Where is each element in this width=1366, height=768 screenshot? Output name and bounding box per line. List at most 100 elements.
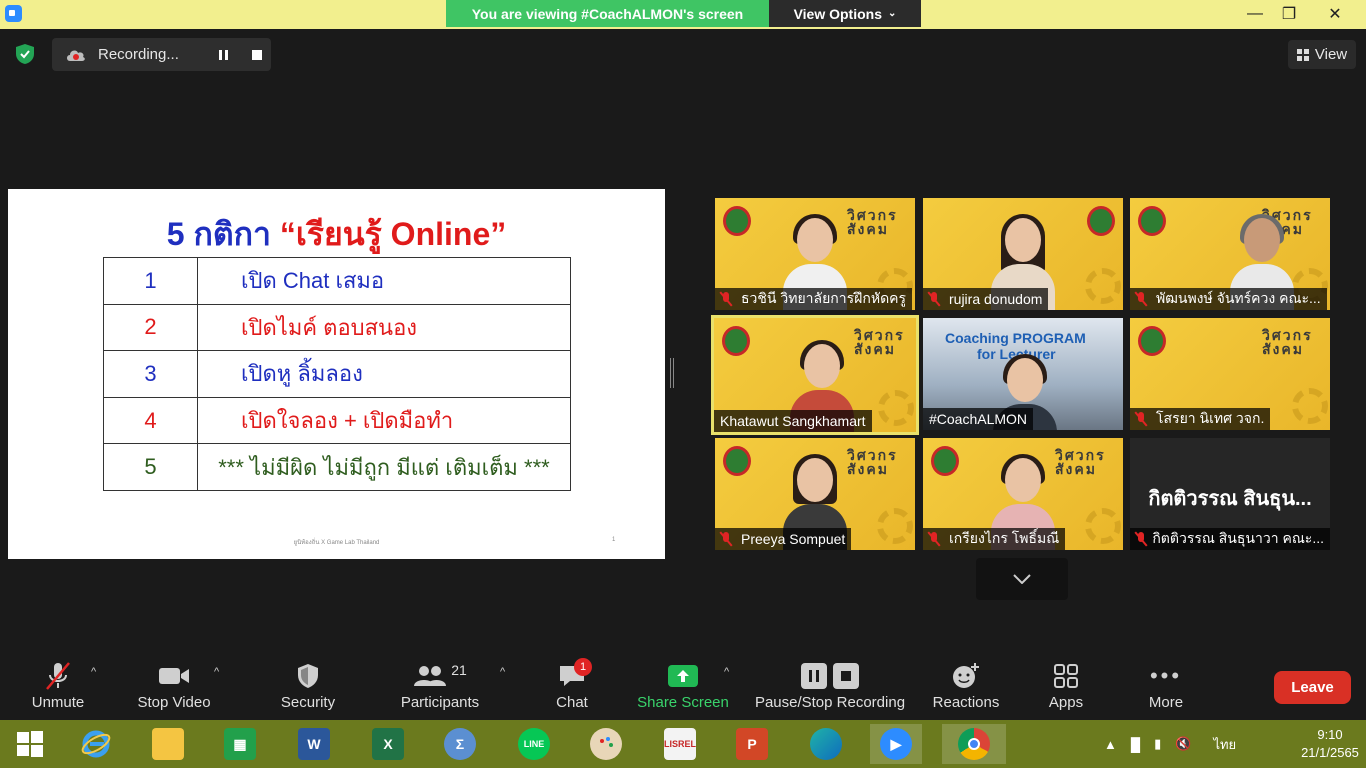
participants-icon xyxy=(414,666,447,686)
taskbar-ie[interactable] xyxy=(70,724,122,764)
taskbar-word[interactable]: W xyxy=(288,724,340,764)
rule-text: เปิด Chat เสมอ xyxy=(197,257,571,305)
video-tile[interactable]: วิศวกรสังคม โสรยา นิเทศ วจก. xyxy=(1130,318,1330,430)
zoom-meeting-window: You are viewing #CoachALMON's screen Vie… xyxy=(0,0,1366,768)
battery-icon[interactable]: ▮ xyxy=(1154,736,1161,752)
video-tile-video-off[interactable]: กิตติวรรณ สินธุน... กิตติวรรณ สินธุนาวา … xyxy=(1130,438,1330,550)
cloud-recording-icon xyxy=(67,50,85,61)
leave-label: Leave xyxy=(1291,679,1334,696)
video-tile-active-speaker[interactable]: วิศวกรสังคม Khatawut Sangkhamart xyxy=(711,315,919,435)
participants-count: 21 xyxy=(451,662,467,678)
coaching-banner-line1: Coaching PROGRAM xyxy=(945,330,1086,346)
participant-name: โสรยา นิเทศ วจก. xyxy=(1156,410,1265,426)
viewing-banner: You are viewing #CoachALMON's screen xyxy=(446,0,769,27)
taskbar-paint[interactable] xyxy=(580,724,632,764)
paint-palette-icon xyxy=(590,728,622,760)
chrome-browser-icon xyxy=(958,728,990,760)
panel-splitter-handle[interactable] xyxy=(670,358,675,388)
internet-explorer-icon xyxy=(80,728,112,760)
network-signal-icon[interactable]: █ xyxy=(1131,737,1140,752)
encryption-shield-icon[interactable] xyxy=(14,43,36,65)
close-icon: ✕ xyxy=(1328,6,1342,23)
more-button[interactable]: ••• More xyxy=(1140,658,1192,720)
video-tile[interactable]: วิศวกรสังคม Preeya Sompuet xyxy=(715,438,915,550)
taskbar-zoom[interactable]: ▶ xyxy=(870,724,922,764)
video-tile[interactable]: วิศวกรสังคม ธวชินี วิทยาลัยการฝึกหัดครู xyxy=(715,198,915,310)
slide-title-quote: “เรียนรู้ Online” xyxy=(279,216,507,252)
chat-unread-badge: 1 xyxy=(574,658,592,676)
input-language[interactable]: ไทย xyxy=(1213,734,1236,755)
share-screen-button[interactable]: Share Screen xyxy=(636,658,730,720)
gallery-next-page-button[interactable] xyxy=(976,558,1068,600)
show-hidden-icons-caret[interactable]: ▲ xyxy=(1104,737,1117,752)
start-button[interactable] xyxy=(4,724,56,764)
participants-button[interactable]: 21 Participants xyxy=(396,658,484,720)
taskbar-store[interactable]: ▦ xyxy=(214,724,266,764)
rule-number: 1 xyxy=(103,257,198,305)
taskbar-file-explorer[interactable] xyxy=(142,724,194,764)
participant-nameplate: Preeya Sompuet xyxy=(715,528,852,550)
participant-name: เกรียงไกร โพธิ์มณี xyxy=(949,530,1060,546)
volume-muted-icon[interactable]: 🔇 xyxy=(1175,736,1191,752)
folder-icon xyxy=(152,728,184,760)
university-logo-icon xyxy=(723,446,751,476)
participants-options-caret[interactable]: ^ xyxy=(500,666,505,678)
share-options-caret[interactable]: ^ xyxy=(724,666,729,678)
rule-text: เปิดหู ลิ้มลอง xyxy=(197,350,571,398)
video-tile[interactable]: Coaching PROGRAM for Lecturer #CoachALMO… xyxy=(923,318,1123,430)
system-tray: ▲ █ ▮ 🔇 ไทย xyxy=(1104,724,1236,764)
meeting-toolbar: Unmute ^ Stop Video ^ Security 21 Partic… xyxy=(0,648,1366,720)
edge-browser-icon xyxy=(810,728,842,760)
taskbar-chrome[interactable] xyxy=(942,724,1006,764)
clock-time: 9:10 xyxy=(1317,727,1343,742)
pause-stop-recording-button[interactable]: Pause/Stop Recording xyxy=(752,658,908,720)
rules-table-row: 2 เปิดไมค์ ตอบสนอง xyxy=(103,303,571,352)
gear-decoration-icon xyxy=(1085,508,1121,544)
leave-button[interactable]: Leave xyxy=(1274,671,1351,704)
chevron-down-icon xyxy=(1013,574,1031,584)
unmute-button[interactable]: Unmute xyxy=(22,658,94,720)
participant-display-name: กิตติวรรณ สินธุน... xyxy=(1148,488,1312,510)
apps-icon xyxy=(1054,664,1078,688)
rules-table-row: 4 เปิดใจลอง + เปิดมือทำ xyxy=(103,396,571,445)
security-button[interactable]: Security xyxy=(272,658,344,720)
taskbar-edge[interactable] xyxy=(800,724,852,764)
rules-table: 1 เปิด Chat เสมอ 2 เปิดไมค์ ตอบสนอง 3 เปิดหู … xyxy=(103,257,571,491)
reactions-button[interactable]: Reactions xyxy=(930,658,1002,720)
clock-date: 21/1/2565 xyxy=(1301,745,1359,760)
view-options-label: View Options xyxy=(793,5,883,22)
recording-indicator: Recording... xyxy=(52,38,271,71)
taskbar-line[interactable]: LINE xyxy=(508,724,560,764)
rule-text: เปิดไมค์ ตอบสนอง xyxy=(197,303,571,352)
lisrel-icon: LISREL xyxy=(664,728,696,760)
stop-video-button[interactable]: Stop Video xyxy=(134,658,214,720)
grid-view-icon xyxy=(1296,48,1309,61)
audio-options-caret[interactable]: ^ xyxy=(91,666,96,678)
close-button[interactable]: ✕ xyxy=(1320,2,1350,26)
video-tile[interactable]: วิศวกรสังคม เกรียงไกร โพธิ์มณี xyxy=(923,438,1123,550)
taskbar-lisrel[interactable]: LISREL xyxy=(654,724,706,764)
view-button[interactable]: View xyxy=(1288,40,1356,69)
taskbar-powerpoint[interactable]: P xyxy=(726,724,778,764)
video-tile[interactable]: rujira donudom xyxy=(923,198,1123,310)
taskbar-math[interactable]: Σ xyxy=(434,724,486,764)
apps-button[interactable]: Apps xyxy=(1040,658,1092,720)
video-tile[interactable]: วิศวกรสังคม พัฒนพงษ์ จันทร์ควง คณะ... xyxy=(1130,198,1330,310)
chat-label: Chat xyxy=(556,694,588,711)
brand-watermark: วิศวกรสังคม xyxy=(854,327,905,357)
stop-recording-button[interactable] xyxy=(244,44,270,66)
taskbar-excel[interactable]: X xyxy=(362,724,414,764)
chat-button[interactable]: 1 Chat xyxy=(546,658,598,720)
mic-muted-icon xyxy=(1134,412,1148,426)
taskbar-clock[interactable]: 9:10 21/1/2565 xyxy=(1300,726,1360,762)
mic-muted-icon xyxy=(927,292,941,306)
video-options-caret[interactable]: ^ xyxy=(214,666,219,678)
participant-nameplate: ธวชินี วิทยาลัยการฝึกหัดครู xyxy=(715,288,913,310)
rule-text: เปิดใจลอง + เปิดมือทำ xyxy=(197,396,571,445)
mic-muted-icon xyxy=(1134,532,1145,546)
maximize-button[interactable]: ❐ xyxy=(1274,2,1304,26)
view-options-button[interactable]: View Options ⌄ xyxy=(769,0,921,27)
minimize-button[interactable]: — xyxy=(1240,2,1270,26)
video-camera-icon xyxy=(159,668,189,684)
pause-recording-button[interactable] xyxy=(210,44,236,66)
